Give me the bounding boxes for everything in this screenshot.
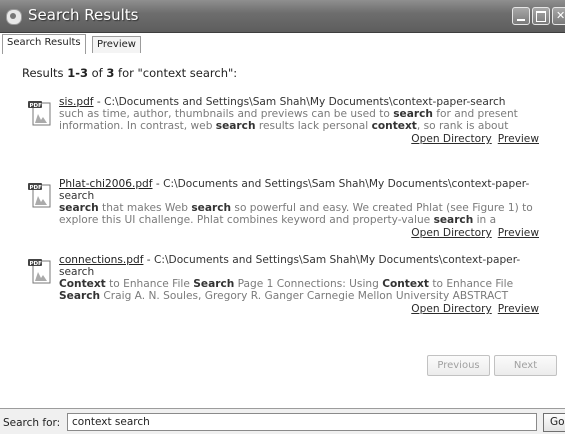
next-button[interactable]: Next (494, 355, 557, 376)
snippet-text: results lack personal (255, 120, 372, 132)
minimize-button[interactable] (512, 7, 530, 25)
svg-text:PDF: PDF (30, 261, 43, 267)
window-title: Search Results (28, 6, 139, 24)
result-file-link[interactable]: connections.pdf (59, 254, 143, 266)
preview-link[interactable]: Preview (498, 133, 539, 145)
tab-search-results[interactable]: Search Results (2, 34, 86, 54)
svg-text:PDF: PDF (30, 185, 43, 191)
snippet-text: , so rank is about (416, 120, 509, 132)
result-snippet: such as time, author, thumbnails and pre… (59, 108, 539, 132)
search-input[interactable] (67, 413, 537, 431)
snippet-highlight: Search (193, 278, 235, 290)
snippet-highlight: search (191, 202, 232, 214)
open-directory-link[interactable]: Open Directory (411, 133, 492, 145)
pdf-file-icon: PDF (28, 183, 51, 208)
previous-button[interactable]: Previous (427, 355, 490, 376)
snippet-highlight: search (433, 214, 474, 226)
snippet-highlight: search (215, 120, 256, 132)
snippet-text: in a (473, 214, 497, 226)
snippet-highlight: search (393, 108, 433, 120)
search-bar: Search for: Go (0, 408, 565, 434)
title-bar[interactable]: Search Results ✕ (0, 0, 565, 33)
snippet-text: to Enhance File (105, 278, 194, 290)
result-file-link[interactable]: Phlat-chi2006.pdf (59, 178, 153, 190)
snippet-highlight: search (59, 202, 99, 214)
snippet-highlight: Search (59, 290, 101, 302)
snippet-text: to Enhance File (428, 278, 514, 290)
preview-link[interactable]: Preview (498, 227, 539, 239)
pdf-file-icon: PDF (28, 259, 51, 284)
tab-strip: Search Results Preview (0, 33, 565, 55)
search-results-window: Search Results ✕ Search Results Preview … (0, 0, 565, 434)
snippet-highlight: Context (382, 278, 429, 290)
close-icon: ✕ (556, 9, 565, 22)
snippet-text: such as time, author, thumbnails and pre… (59, 108, 394, 120)
maximize-button[interactable] (532, 7, 550, 25)
result-file-link[interactable]: sis.pdf (59, 96, 94, 108)
snippet-highlight: context (371, 120, 417, 132)
open-directory-link[interactable]: Open Directory (411, 303, 492, 315)
snippet-text: Craig A. N. Soules, Gregory R. Ganger Ca… (100, 290, 509, 302)
svg-text:PDF: PDF (30, 103, 43, 109)
snippet-text: Page 1 Connections: Using (234, 278, 383, 290)
results-summary: Results 1-3 of 3 for "context search": (22, 66, 238, 80)
snippet-text: that makes Web (98, 202, 192, 214)
snippet-highlight: Context (59, 278, 106, 290)
result-snippet: search that makes Web search so powerful… (59, 202, 539, 226)
open-directory-link[interactable]: Open Directory (411, 227, 492, 239)
minimize-icon (517, 19, 525, 21)
go-button[interactable]: Go (543, 413, 565, 432)
results-panel: Results 1-3 of 3 for "context search": P… (0, 54, 565, 398)
close-button[interactable]: ✕ (552, 7, 565, 25)
preview-link[interactable]: Preview (498, 303, 539, 315)
search-label: Search for: (3, 417, 61, 429)
pdf-file-icon: PDF (28, 101, 51, 126)
tab-preview[interactable]: Preview (92, 36, 141, 53)
maximize-icon (536, 11, 546, 22)
result-path: - C:\Documents and Settings\Sam Shah\My … (93, 96, 506, 108)
search-app-icon (6, 9, 22, 25)
result-snippet: Context to Enhance File Search Page 1 Co… (59, 278, 539, 302)
